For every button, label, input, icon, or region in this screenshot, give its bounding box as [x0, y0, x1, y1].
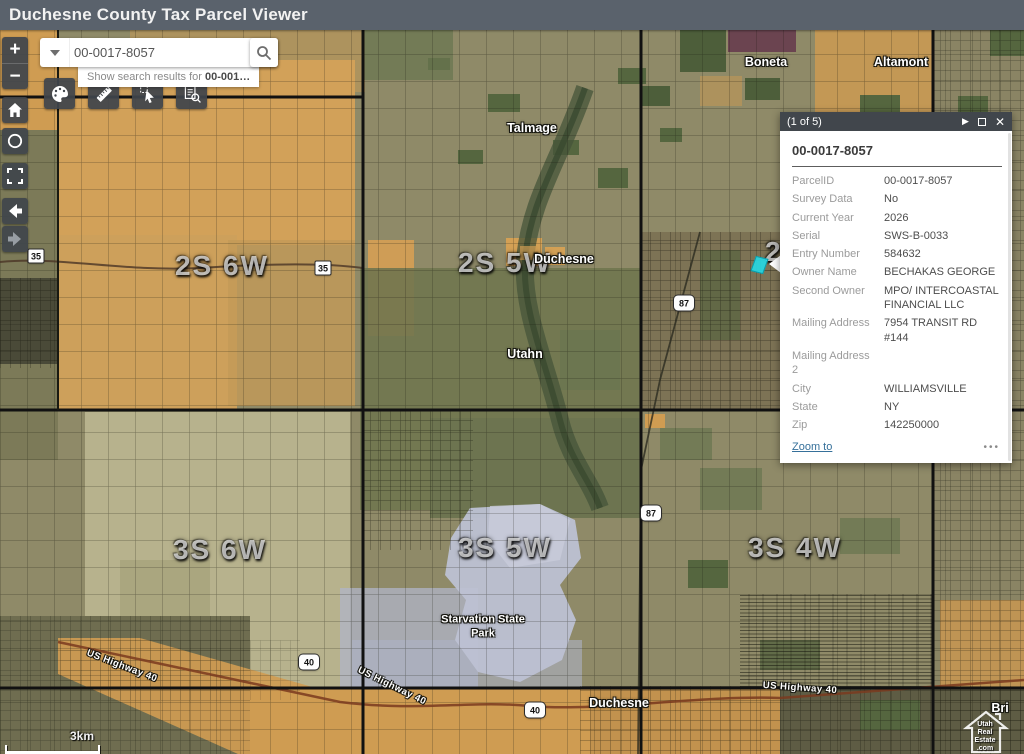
table-row: Second Owner MPO/ INTERCOASTAL FINANCIAL…	[792, 282, 1002, 315]
search-input[interactable]	[70, 38, 252, 67]
field-label: Current Year	[792, 211, 884, 225]
popup-title: 00-0017-8057	[792, 139, 1002, 166]
previous-extent-button[interactable]	[2, 198, 28, 224]
table-row: State NY	[792, 398, 1002, 416]
next-extent-button[interactable]	[2, 226, 28, 252]
table-row: ParcelID 00-0017-8057	[792, 172, 1002, 190]
popup-scrollbar[interactable]	[1008, 133, 1011, 461]
field-value: 142250000	[884, 418, 1002, 432]
field-value: BECHAKAS GEORGE	[884, 265, 1002, 279]
field-label: Second Owner	[792, 284, 884, 313]
chevron-down-icon	[50, 50, 60, 56]
table-row: Current Year 2026	[792, 209, 1002, 227]
zoom-out-button[interactable]: −	[2, 63, 28, 89]
logo-line: Real	[962, 729, 1008, 737]
table-row: Entry Number 584632	[792, 245, 1002, 263]
field-label: Entry Number	[792, 247, 884, 261]
field-label: Mailing Address 2	[792, 349, 884, 378]
field-value: MPO/ INTERCOASTAL FINANCIAL LLC	[884, 284, 1002, 313]
field-value: 2026	[884, 211, 1002, 225]
locate-button[interactable]	[2, 128, 28, 154]
forward-arrow-icon	[6, 230, 24, 248]
field-value: NY	[884, 400, 1002, 414]
search-icon	[256, 45, 272, 61]
app-header: Duchesne County Tax Parcel Viewer	[0, 0, 1024, 30]
locate-icon	[6, 132, 24, 150]
home-button[interactable]	[2, 97, 28, 123]
zoom-in-button[interactable]: +	[2, 37, 28, 63]
basemap-gallery-button[interactable]	[44, 78, 75, 109]
popup-header[interactable]: (1 of 5) ▶ ✕	[780, 112, 1012, 131]
table-row: Serial SWS-B-0033	[792, 227, 1002, 245]
suggestion-text: Show search results for	[87, 71, 205, 83]
popup-pager: (1 of 5)	[787, 116, 962, 128]
maximize-icon[interactable]	[978, 118, 986, 126]
feature-popup: (1 of 5) ▶ ✕ 00-0017-8057 ParcelID 00-00…	[780, 112, 1012, 463]
zoom-control: + −	[2, 37, 28, 89]
popup-body: 00-0017-8057 ParcelID 00-0017-8057 Surve…	[780, 131, 1012, 463]
field-label: ParcelID	[792, 174, 884, 188]
field-value	[884, 349, 1002, 378]
field-label: Serial	[792, 229, 884, 243]
scale-text: 3km	[70, 729, 94, 743]
field-value: 584632	[884, 247, 1002, 261]
extent-button[interactable]	[2, 163, 28, 189]
logo-line: Utah	[962, 721, 1008, 729]
table-row: Mailing Address 7954 TRANSIT RD #144	[792, 314, 1002, 347]
extent-icon	[6, 167, 24, 185]
table-row: Survey Data No	[792, 190, 1002, 208]
field-label: State	[792, 400, 884, 414]
logo-line: .com	[962, 745, 1008, 753]
utahrealestate-logo: Utah Real Estate .com	[962, 710, 1010, 754]
suggestion-term: 00-001…	[205, 71, 250, 83]
divider	[792, 166, 1002, 167]
field-label: Mailing Address	[792, 316, 884, 345]
home-icon	[7, 102, 23, 118]
field-label: Zip	[792, 418, 884, 432]
field-value: No	[884, 192, 1002, 206]
next-feature-button[interactable]: ▶	[962, 117, 969, 126]
field-label: Survey Data	[792, 192, 884, 206]
zoom-to-link[interactable]: Zoom to	[792, 441, 832, 453]
popup-footer: Zoom to •••	[792, 434, 1002, 455]
search-bar: ✕	[40, 38, 278, 67]
logo-text: Utah Real Estate .com	[962, 721, 1008, 753]
field-value: 00-0017-8057	[884, 174, 1002, 188]
field-value: SWS-B-0033	[884, 229, 1002, 243]
field-label: Owner Name	[792, 265, 884, 279]
field-value: 7954 TRANSIT RD #144	[884, 316, 1002, 345]
table-row: Zip 142250000	[792, 416, 1002, 434]
field-label: City	[792, 382, 884, 396]
table-row: City WILLIAMSVILLE	[792, 380, 1002, 398]
table-row: Owner Name BECHAKAS GEORGE	[792, 263, 1002, 281]
page-title: Duchesne County Tax Parcel Viewer	[9, 5, 308, 25]
tax-parcel-viewer-app: 2S 6W 2S 5W 2S 4W 3S 6W 3S 5W 3S 4W Talm…	[0, 0, 1024, 754]
scale-bar	[5, 745, 100, 754]
search-button[interactable]	[250, 38, 278, 67]
search-source-dropdown[interactable]	[40, 38, 70, 67]
palette-icon	[50, 84, 70, 104]
search-suggestion[interactable]: Show search results for 00-001…	[78, 67, 259, 87]
field-value: WILLIAMSVILLE	[884, 382, 1002, 396]
logo-line: Estate	[962, 737, 1008, 745]
table-row: Mailing Address 2	[792, 347, 1002, 380]
more-actions-button[interactable]: •••	[983, 442, 1000, 453]
close-popup-button[interactable]: ✕	[995, 116, 1005, 128]
back-arrow-icon	[6, 202, 24, 220]
